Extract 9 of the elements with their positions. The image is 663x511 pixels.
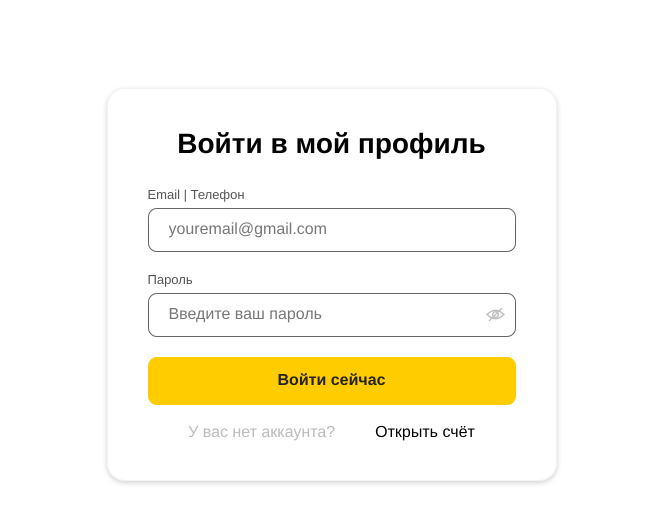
email-field[interactable]: youremail@gmail.com bbox=[148, 208, 516, 252]
password-field[interactable]: Введите ваш пароль bbox=[148, 293, 516, 337]
field-label: Email | Телефон bbox=[148, 187, 246, 202]
open-account-link[interactable]: Открыть счёт bbox=[375, 424, 475, 442]
login-button[interactable]: Войти сейчас bbox=[148, 357, 516, 405]
hidden-eye-icon[interactable] bbox=[486, 307, 504, 322]
no-account-text: У вас нет аккаунта? bbox=[188, 424, 336, 442]
field-label: Пароль bbox=[148, 272, 194, 287]
login-title: Войти в мой профиль bbox=[176, 127, 487, 161]
